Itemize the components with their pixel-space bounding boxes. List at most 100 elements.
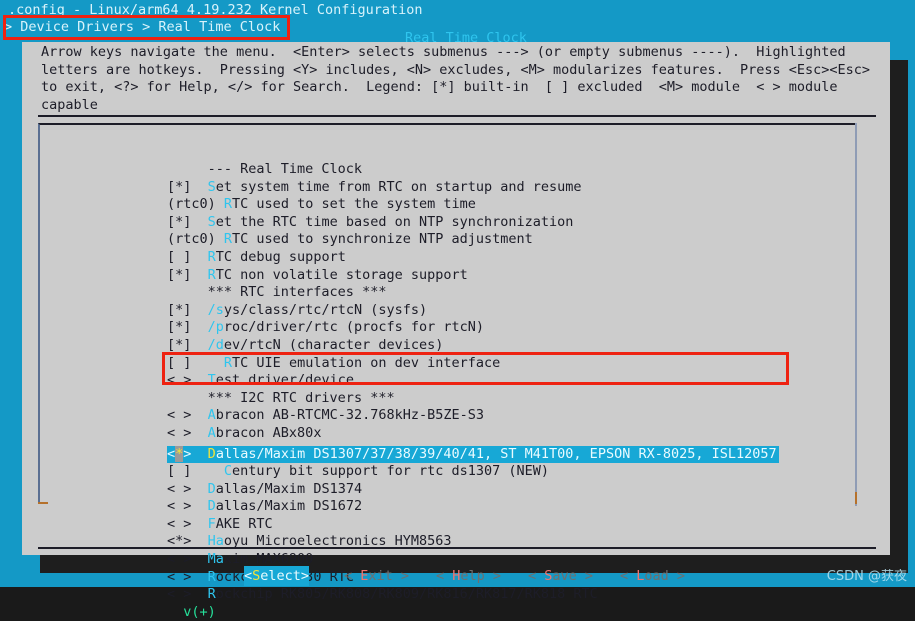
frame-edge-right [855, 123, 857, 506]
menu-item-label: TC used to synchronize NTP adjustment [232, 231, 533, 248]
hotkey-letter: A [207, 424, 216, 441]
menu-item[interactable]: [*] /dev/rtcN (character devices) [167, 337, 779, 355]
menu-item-label: *** I2C RTC drivers *** [207, 389, 395, 406]
menu-row[interactable]: [*] Set the RTC time based on NTP synchr… [167, 214, 779, 232]
menu-item[interactable]: [*] Set system time from RTC on startup … [167, 179, 779, 197]
menu-item-label: bracon ABx80x [215, 424, 322, 441]
menu-item-state: < > [167, 586, 208, 603]
hotkey-letter: S [207, 178, 216, 195]
scroll-indicator[interactable]: v(+) [167, 604, 779, 621]
config-dialog: Arrow keys navigate the menu. <Enter> se… [22, 42, 890, 620]
menu-row[interactable]: [ ] RTC UIE emulation on dev interface [167, 355, 779, 373]
breadcrumb: > Device Drivers > Real Time Clock [4, 19, 281, 35]
window-shadow-right [890, 60, 908, 573]
menu-item[interactable]: < > Rockchip RK805/RK808/RK809/RK816/RK8… [167, 586, 779, 604]
menu-item[interactable]: < > Dallas/Maxim DS1374 [167, 481, 779, 499]
hotkey-letter: C [223, 463, 233, 480]
menu-item-state: [ ] [167, 248, 208, 265]
menu-item-label: allas/Maxim DS1672 [215, 498, 363, 515]
menu-item[interactable]: *** I2C RTC drivers *** [167, 390, 779, 408]
menu-item[interactable]: [ ] Century bit support for rtc ds1307 (… [167, 463, 779, 481]
menu-row[interactable]: [*] RTC non volatile storage support [167, 267, 779, 285]
menu-row[interactable]: < > Rockchip RK805/RK808/RK809/RK816/RK8… [167, 586, 779, 604]
menu-item[interactable]: [ ] RTC UIE emulation on dev interface [167, 355, 779, 373]
menu-item[interactable]: < > Abracon AB-RTCMC-32.768kHz-B5ZE-S3 [167, 407, 779, 425]
menu-item[interactable]: [ ] RTC debug support [167, 249, 779, 267]
menu-item-state: (rtc0) [167, 231, 224, 248]
menu-row[interactable]: < > Abracon AB-RTCMC-32.768kHz-B5ZE-S3 [167, 407, 779, 425]
menu-item-label: *** RTC interfaces *** [207, 284, 387, 301]
menu-row[interactable]: *** I2C RTC drivers *** [167, 390, 779, 408]
hotkey-letter: R [223, 196, 233, 213]
menu-header: --- Real Time Clock [167, 161, 363, 177]
hotkey-letter: A [207, 407, 216, 424]
button-bar[interactable]: <Select> < Exit > < Help > < Save > < Load > [22, 566, 890, 586]
load-button[interactable]: < Load > [620, 566, 685, 586]
menu-item-selected[interactable]: <*> Dallas/Maxim DS1307/37/38/39/40/41, … [167, 445, 779, 464]
menu-item-state: < > [167, 515, 208, 532]
menu-row[interactable]: < > Test driver/device [167, 372, 779, 390]
save-button[interactable]: < Save > [528, 566, 593, 586]
hotkey-letter: D [207, 480, 216, 497]
menu-item-state: [ ] [167, 354, 224, 371]
menu-row[interactable]: < > Dallas/Maxim DS1374 [167, 481, 779, 499]
menu-item-label: ev/rtcN (character devices) [223, 336, 444, 353]
menu-row[interactable]: < > Abracon ABx80x [167, 425, 779, 443]
menu-item[interactable]: [*] Set the RTC time based on NTP synchr… [167, 214, 779, 232]
select-button[interactable]: <Select> [244, 566, 310, 586]
menu-item-state: [*] [167, 336, 208, 353]
menu-item[interactable]: < > FAKE RTC [167, 516, 779, 534]
menu-item-state: [*] [167, 319, 208, 336]
hotkey-letter: D [207, 498, 216, 515]
menu-item[interactable]: < > Abracon ABx80x [167, 425, 779, 443]
menu-row[interactable]: < > FAKE RTC [167, 516, 779, 534]
hotkey-letter: Ma [207, 551, 224, 568]
menu-row[interactable]: [*] /proc/driver/rtc (procfs for rtcN) [167, 319, 779, 337]
menu-item[interactable]: *** RTC interfaces *** [167, 284, 779, 302]
menu-row[interactable]: (rtc0) RTC used to set the system time [167, 196, 779, 214]
help-button[interactable]: < Help > [436, 566, 501, 586]
menu-item-state: < > [167, 372, 208, 389]
frame-corner-bottomleft [38, 502, 48, 504]
menu-item-label: allas/Maxim DS1374 [215, 480, 363, 497]
menu-row[interactable]: *** RTC interfaces *** [167, 284, 779, 302]
help-line-4: capable [41, 96, 98, 113]
menu-item[interactable]: < > Dallas/Maxim DS1672 [167, 498, 779, 516]
menu-row[interactable]: [*] /dev/rtcN (character devices) [167, 337, 779, 355]
menu-item-label: AKE RTC [215, 515, 273, 532]
menu-row[interactable]: [*] /sys/class/rtc/rtcN (sysfs) [167, 302, 779, 320]
hotkey-letter: R [207, 248, 216, 265]
menu-item-state: < > [167, 498, 208, 515]
help-line-1: Arrow keys navigate the menu. <Enter> se… [41, 44, 846, 60]
menu-item-label: bracon AB-RTCMC-32.768kHz-B5ZE-S3 [215, 407, 484, 424]
hotkey-letter: T [207, 372, 216, 389]
hotkey-letter: R [207, 586, 216, 603]
menu-item-state: [*] [167, 213, 208, 230]
menu-item[interactable]: (rtc0) RTC used to synchronize NTP adjus… [167, 231, 779, 249]
menu-item-label: roc/driver/rtc (procfs for rtcN) [223, 319, 484, 336]
menu-row[interactable]: <*> Dallas/Maxim DS1307/37/38/39/40/41, … [167, 443, 779, 464]
menu-item-state: [*] [167, 266, 208, 283]
hotkey-letter: R [223, 231, 233, 248]
menu-row[interactable]: [ ] Century bit support for rtc ds1307 (… [167, 463, 779, 481]
menu-list[interactable]: --- Real Time Clock [*] Set system time f… [167, 161, 779, 621]
menu-item-state: < > [167, 424, 208, 441]
help-separator [38, 115, 876, 117]
menu-item-label: est driver/device [215, 372, 354, 389]
exit-button[interactable]: < Exit > [344, 566, 409, 586]
menu-row[interactable]: < > Dallas/Maxim DS1672 [167, 498, 779, 516]
menu-item[interactable]: (rtc0) RTC used to set the system time [167, 196, 779, 214]
menu-item[interactable]: [*] /sys/class/rtc/rtcN (sysfs) [167, 302, 779, 320]
menu-item-state: (rtc0) [167, 196, 224, 213]
menu-row[interactable]: [*] Set system time from RTC on startup … [167, 179, 779, 197]
hotkey-letter: R [207, 266, 216, 283]
menu-row[interactable]: [ ] RTC debug support [167, 249, 779, 267]
menu-item-state [167, 390, 208, 406]
menu-item[interactable]: [*] /proc/driver/rtc (procfs for rtcN) [167, 319, 779, 337]
menu-item-state: < > [167, 551, 208, 568]
menu-row[interactable]: (rtc0) RTC used to synchronize NTP adjus… [167, 231, 779, 249]
hotkey-letter: D [207, 445, 216, 462]
menu-item[interactable]: [*] RTC non volatile storage support [167, 267, 779, 285]
frame-corner-bottomright [855, 492, 857, 504]
menu-item[interactable]: < > Test driver/device [167, 372, 779, 390]
